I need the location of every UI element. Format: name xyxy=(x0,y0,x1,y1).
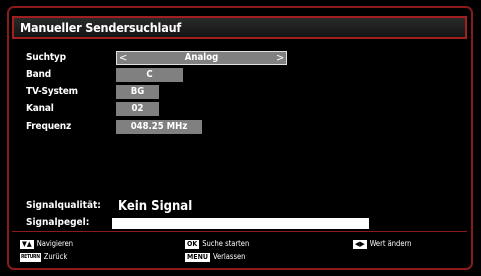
title-bar: Manueller Sendersuchlauf xyxy=(12,16,467,39)
hint-back: RETURN Zurück xyxy=(20,252,67,262)
signal-level-label: Signalpegel: xyxy=(26,217,90,228)
hint-navigate-label: Navigieren xyxy=(36,239,74,248)
page-title: Manueller Sendersuchlauf xyxy=(20,20,182,35)
hint-ok: OK Suche starten xyxy=(185,239,249,249)
band-field[interactable]: C xyxy=(116,68,183,82)
hint-change: ◀▶ Wert ändern xyxy=(353,239,411,249)
suchtyp-selector[interactable]: < Analog > xyxy=(116,51,287,65)
hint-menu-label: Verlassen xyxy=(212,252,246,261)
hint-ok-label: Suche starten xyxy=(202,239,250,248)
menu-key-icon: MENU xyxy=(185,252,210,262)
hint-change-label: Wert ändern xyxy=(369,239,412,248)
arrow-right-icon[interactable]: > xyxy=(276,52,286,64)
frequenz-field[interactable]: 048.25 MHz xyxy=(116,120,202,134)
ok-key-icon: OK xyxy=(185,239,200,249)
tv-system-label: TV-System xyxy=(26,86,78,97)
signal-quality-value: Kein Signal xyxy=(118,199,193,214)
footer-separator xyxy=(12,231,467,232)
return-key-icon: RETURN xyxy=(20,252,41,262)
suchtyp-value: Analog xyxy=(184,52,219,63)
band-label: Band xyxy=(26,69,51,80)
frequenz-label: Frequenz xyxy=(26,121,72,132)
hint-menu: MENU Verlassen xyxy=(185,252,245,262)
hint-back-label: Zurück xyxy=(43,252,68,261)
kanal-label: Kanal xyxy=(26,103,54,114)
left-right-keys-icon: ◀▶ xyxy=(353,239,367,249)
kanal-field[interactable]: 02 xyxy=(116,102,159,116)
signal-quality-label: Signalqualität: xyxy=(26,200,101,211)
hint-navigate: ▼▲ Navigieren xyxy=(20,239,73,249)
signal-level-bar xyxy=(112,218,369,229)
suchtyp-label: Suchtyp xyxy=(26,52,66,63)
tv-system-field[interactable]: BG xyxy=(116,85,159,99)
up-down-keys-icon: ▼▲ xyxy=(20,239,34,249)
